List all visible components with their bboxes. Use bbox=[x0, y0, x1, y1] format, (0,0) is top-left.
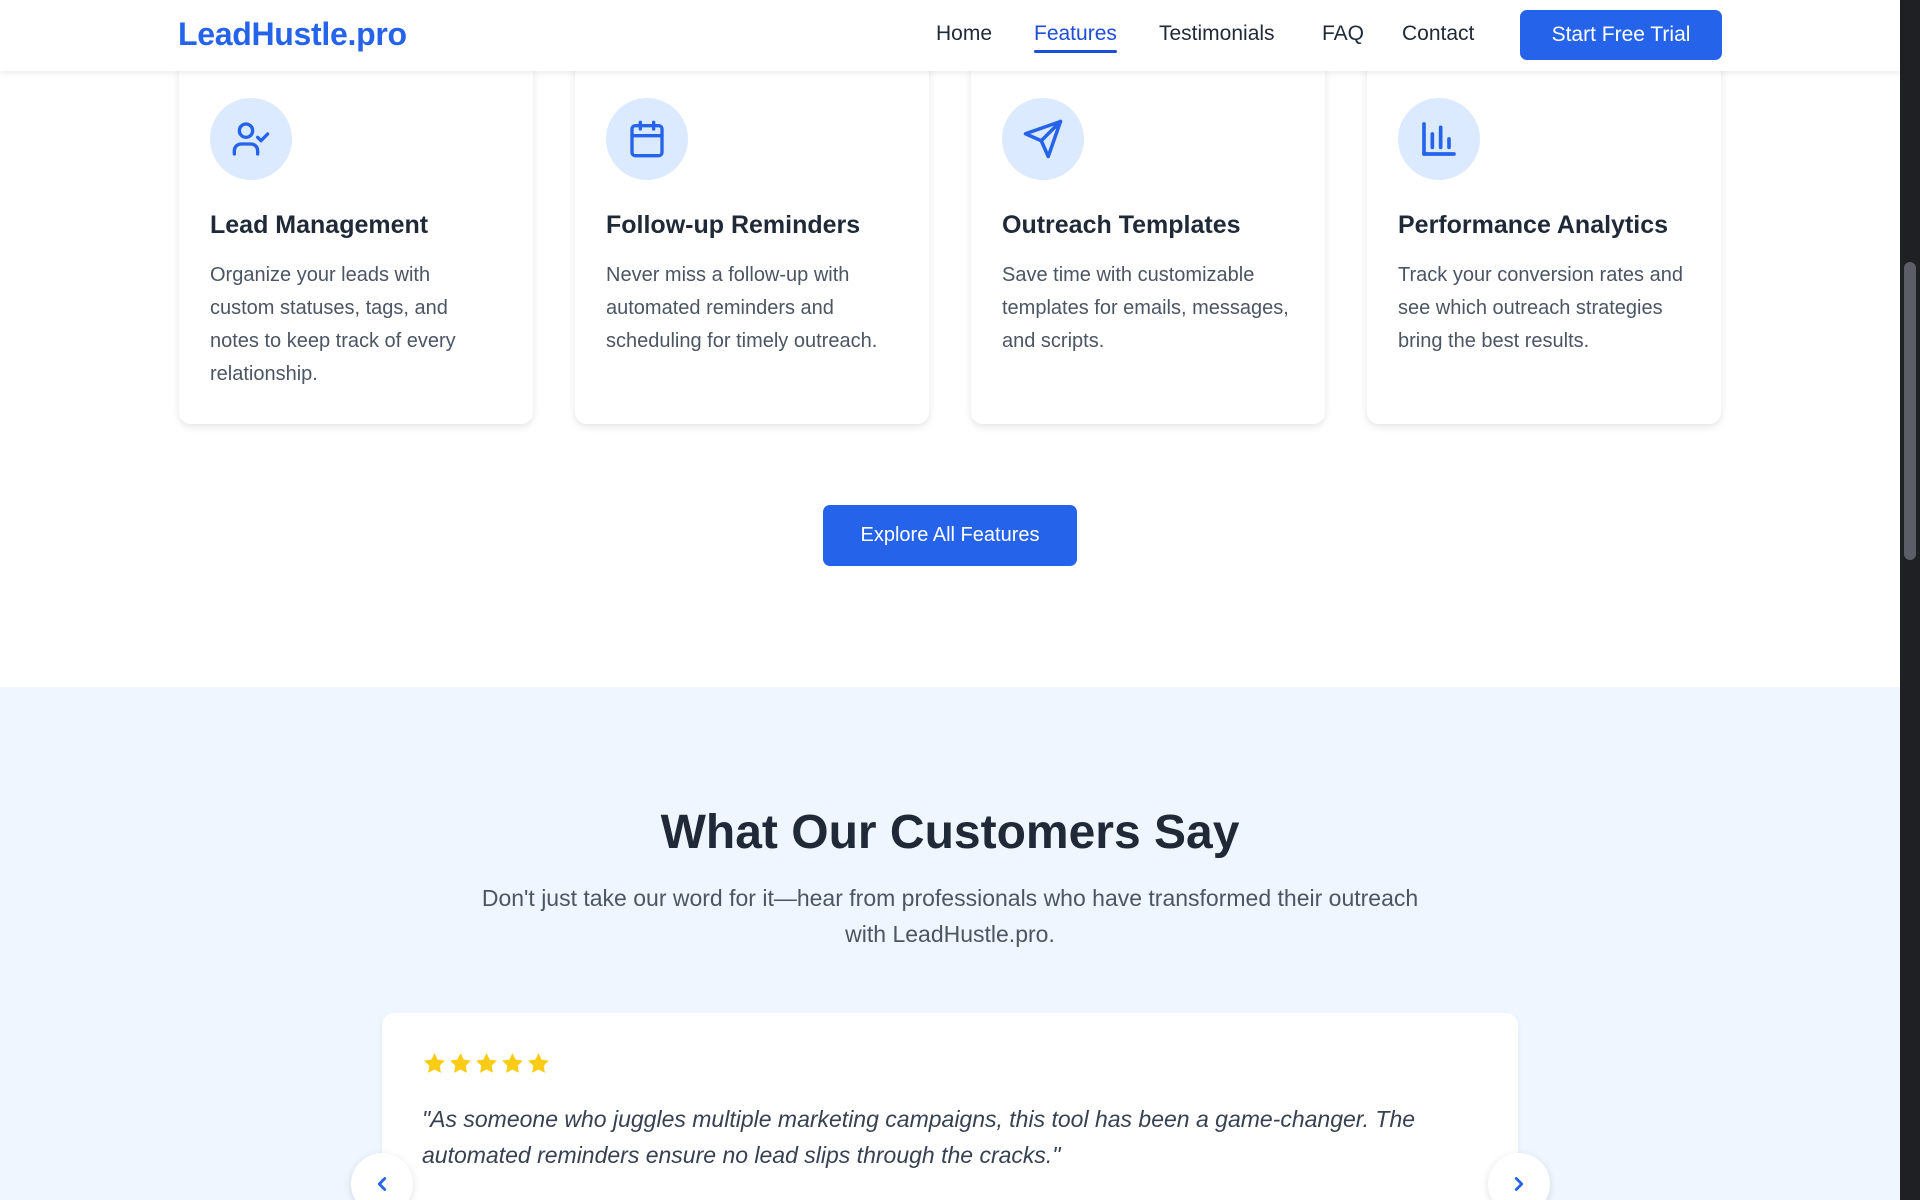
page-scrollbar[interactable] bbox=[1900, 0, 1920, 1200]
star-icon bbox=[476, 1053, 497, 1073]
feature-title: Outreach Templates bbox=[1002, 211, 1241, 239]
chevron-left-icon bbox=[377, 1177, 387, 1191]
section-subheading: Don't just take our word for it—hear fro… bbox=[481, 885, 1419, 947]
scrollbar-thumb[interactable] bbox=[1904, 262, 1916, 560]
feature-card: Lead Management Organize your leads with… bbox=[179, 54, 533, 424]
star-icon bbox=[502, 1053, 523, 1073]
bar-chart-icon bbox=[1398, 98, 1480, 180]
star-rating bbox=[422, 1051, 551, 1076]
nav-link-home[interactable]: Home bbox=[936, 22, 992, 46]
nav-link-faq[interactable]: FAQ bbox=[1322, 22, 1364, 46]
user-check-icon bbox=[210, 98, 292, 180]
feature-title: Performance Analytics bbox=[1398, 211, 1669, 239]
nav-link-testimonials[interactable]: Testimonials bbox=[1159, 22, 1275, 46]
star-icon bbox=[528, 1053, 549, 1073]
nav-link-contact[interactable]: Contact bbox=[1402, 22, 1474, 46]
nav-link-features[interactable]: Features bbox=[1034, 22, 1117, 53]
feature-card: Outreach Templates Save time with custom… bbox=[971, 54, 1325, 424]
explore-all-features-button[interactable]: Explore All Features bbox=[823, 505, 1077, 566]
feature-title: Follow-up Reminders bbox=[606, 211, 861, 239]
star-icon bbox=[450, 1053, 471, 1073]
section-heading: What Our Customers Say bbox=[660, 806, 1240, 859]
feature-card: Performance Analytics Track your convers… bbox=[1367, 54, 1721, 424]
feature-card: Follow-up Reminders Never miss a follow-… bbox=[575, 54, 929, 424]
feature-description: Organize your leads with custom statuses… bbox=[210, 264, 456, 385]
logo[interactable]: LeadHustle.pro bbox=[178, 16, 407, 53]
site-header: LeadHustle.pro Home Features Testimonial… bbox=[0, 0, 1900, 71]
testimonial-card: "As someone who juggles multiple marketi… bbox=[382, 1013, 1518, 1200]
calendar-icon bbox=[606, 98, 688, 180]
send-icon bbox=[1002, 98, 1084, 180]
start-free-trial-button[interactable]: Start Free Trial bbox=[1520, 10, 1722, 60]
active-nav-underline bbox=[1034, 50, 1117, 53]
star-icon bbox=[424, 1053, 445, 1073]
nav-link-label: Features bbox=[1034, 22, 1117, 45]
testimonial-quote: "As someone who juggles multiple marketi… bbox=[422, 1106, 1416, 1168]
feature-description: Never miss a follow-up with automated re… bbox=[606, 264, 878, 352]
feature-title: Lead Management bbox=[210, 211, 429, 239]
chevron-right-icon bbox=[1514, 1177, 1524, 1191]
feature-description: Save time with customizable templates fo… bbox=[1002, 264, 1289, 352]
feature-description: Track your conversion rates and see whic… bbox=[1398, 264, 1683, 352]
